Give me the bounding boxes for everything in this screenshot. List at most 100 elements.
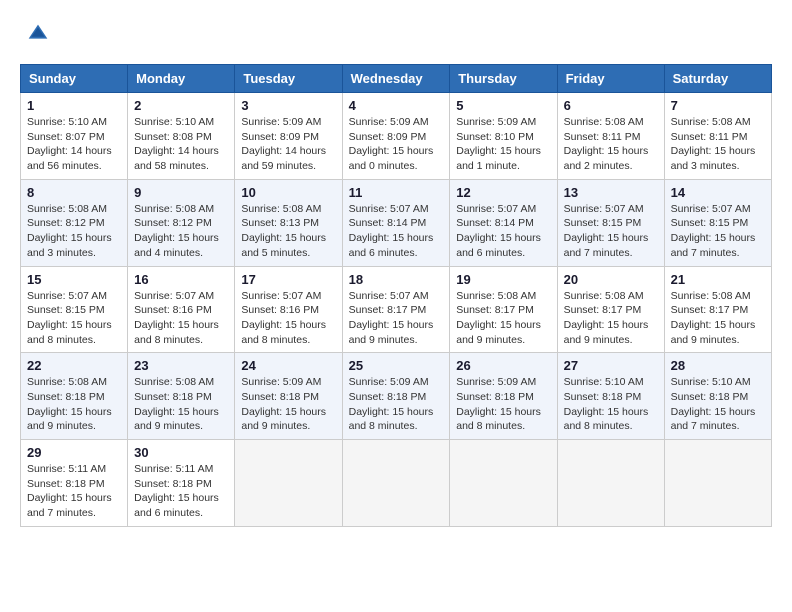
daylight-text: Daylight: 15 hours and 2 minutes. <box>564 145 649 172</box>
day-number: 29 <box>27 445 121 460</box>
sunrise-text: Sunrise: 5:10 AM <box>27 116 107 128</box>
calendar-cell: 10 Sunrise: 5:08 AM Sunset: 8:13 PM Dayl… <box>235 179 342 266</box>
sunset-text: Sunset: 8:16 PM <box>134 304 212 316</box>
sunrise-text: Sunrise: 5:09 AM <box>456 116 536 128</box>
day-number: 1 <box>27 98 121 113</box>
daylight-text: Daylight: 15 hours and 3 minutes. <box>671 145 756 172</box>
cell-content: Sunrise: 5:08 AM Sunset: 8:18 PM Dayligh… <box>27 375 121 434</box>
calendar-cell: 4 Sunrise: 5:09 AM Sunset: 8:09 PM Dayli… <box>342 93 450 180</box>
calendar-day-header: Monday <box>128 65 235 93</box>
daylight-text: Daylight: 15 hours and 7 minutes. <box>671 232 756 259</box>
cell-content: Sunrise: 5:11 AM Sunset: 8:18 PM Dayligh… <box>27 462 121 521</box>
calendar-week-row: 15 Sunrise: 5:07 AM Sunset: 8:15 PM Dayl… <box>21 266 772 353</box>
calendar-header-row: SundayMondayTuesdayWednesdayThursdayFrid… <box>21 65 772 93</box>
day-number: 10 <box>241 185 335 200</box>
day-number: 23 <box>134 358 228 373</box>
cell-content: Sunrise: 5:07 AM Sunset: 8:17 PM Dayligh… <box>349 289 444 348</box>
sunrise-text: Sunrise: 5:11 AM <box>134 463 213 475</box>
daylight-text: Daylight: 15 hours and 7 minutes. <box>671 406 756 433</box>
sunrise-text: Sunrise: 5:08 AM <box>564 116 644 128</box>
cell-content: Sunrise: 5:09 AM Sunset: 8:09 PM Dayligh… <box>241 115 335 174</box>
cell-content: Sunrise: 5:08 AM Sunset: 8:11 PM Dayligh… <box>671 115 765 174</box>
day-number: 4 <box>349 98 444 113</box>
sunrise-text: Sunrise: 5:08 AM <box>671 290 751 302</box>
sunrise-text: Sunrise: 5:07 AM <box>134 290 214 302</box>
day-number: 28 <box>671 358 765 373</box>
calendar-week-row: 8 Sunrise: 5:08 AM Sunset: 8:12 PM Dayli… <box>21 179 772 266</box>
daylight-text: Daylight: 15 hours and 1 minute. <box>456 145 541 172</box>
daylight-text: Daylight: 15 hours and 9 minutes. <box>241 406 326 433</box>
cell-content: Sunrise: 5:09 AM Sunset: 8:18 PM Dayligh… <box>241 375 335 434</box>
cell-content: Sunrise: 5:10 AM Sunset: 8:18 PM Dayligh… <box>671 375 765 434</box>
calendar-cell: 14 Sunrise: 5:07 AM Sunset: 8:15 PM Dayl… <box>664 179 771 266</box>
calendar-cell: 7 Sunrise: 5:08 AM Sunset: 8:11 PM Dayli… <box>664 93 771 180</box>
calendar-day-header: Thursday <box>450 65 557 93</box>
daylight-text: Daylight: 15 hours and 5 minutes. <box>241 232 326 259</box>
calendar-cell <box>235 440 342 527</box>
calendar-table: SundayMondayTuesdayWednesdayThursdayFrid… <box>20 64 772 527</box>
day-number: 21 <box>671 272 765 287</box>
sunrise-text: Sunrise: 5:09 AM <box>349 116 429 128</box>
cell-content: Sunrise: 5:07 AM Sunset: 8:15 PM Dayligh… <box>671 202 765 261</box>
sunrise-text: Sunrise: 5:08 AM <box>456 290 536 302</box>
cell-content: Sunrise: 5:07 AM Sunset: 8:16 PM Dayligh… <box>241 289 335 348</box>
cell-content: Sunrise: 5:10 AM Sunset: 8:08 PM Dayligh… <box>134 115 228 174</box>
calendar-cell: 29 Sunrise: 5:11 AM Sunset: 8:18 PM Dayl… <box>21 440 128 527</box>
sunrise-text: Sunrise: 5:09 AM <box>456 376 536 388</box>
sunset-text: Sunset: 8:18 PM <box>27 478 105 490</box>
calendar-day-header: Saturday <box>664 65 771 93</box>
day-number: 24 <box>241 358 335 373</box>
day-number: 9 <box>134 185 228 200</box>
calendar-cell: 13 Sunrise: 5:07 AM Sunset: 8:15 PM Dayl… <box>557 179 664 266</box>
calendar-cell <box>664 440 771 527</box>
daylight-text: Daylight: 15 hours and 9 minutes. <box>27 406 112 433</box>
sunrise-text: Sunrise: 5:07 AM <box>241 290 321 302</box>
cell-content: Sunrise: 5:08 AM Sunset: 8:13 PM Dayligh… <box>241 202 335 261</box>
calendar-cell: 30 Sunrise: 5:11 AM Sunset: 8:18 PM Dayl… <box>128 440 235 527</box>
calendar-cell: 2 Sunrise: 5:10 AM Sunset: 8:08 PM Dayli… <box>128 93 235 180</box>
sunrise-text: Sunrise: 5:10 AM <box>564 376 644 388</box>
calendar-cell: 9 Sunrise: 5:08 AM Sunset: 8:12 PM Dayli… <box>128 179 235 266</box>
sunset-text: Sunset: 8:15 PM <box>671 217 749 229</box>
cell-content: Sunrise: 5:09 AM Sunset: 8:09 PM Dayligh… <box>349 115 444 174</box>
day-number: 15 <box>27 272 121 287</box>
daylight-text: Daylight: 15 hours and 7 minutes. <box>27 492 112 519</box>
sunrise-text: Sunrise: 5:08 AM <box>564 290 644 302</box>
calendar-week-row: 1 Sunrise: 5:10 AM Sunset: 8:07 PM Dayli… <box>21 93 772 180</box>
daylight-text: Daylight: 15 hours and 8 minutes. <box>456 406 541 433</box>
sunset-text: Sunset: 8:17 PM <box>564 304 642 316</box>
sunset-text: Sunset: 8:17 PM <box>456 304 534 316</box>
sunset-text: Sunset: 8:18 PM <box>27 391 105 403</box>
calendar-cell: 27 Sunrise: 5:10 AM Sunset: 8:18 PM Dayl… <box>557 353 664 440</box>
day-number: 12 <box>456 185 550 200</box>
sunrise-text: Sunrise: 5:08 AM <box>27 203 107 215</box>
sunset-text: Sunset: 8:14 PM <box>349 217 427 229</box>
sunrise-text: Sunrise: 5:09 AM <box>241 116 321 128</box>
calendar-cell: 8 Sunrise: 5:08 AM Sunset: 8:12 PM Dayli… <box>21 179 128 266</box>
daylight-text: Daylight: 15 hours and 9 minutes. <box>671 319 756 346</box>
sunset-text: Sunset: 8:18 PM <box>456 391 534 403</box>
sunset-text: Sunset: 8:17 PM <box>671 304 749 316</box>
sunset-text: Sunset: 8:18 PM <box>349 391 427 403</box>
cell-content: Sunrise: 5:08 AM Sunset: 8:11 PM Dayligh… <box>564 115 658 174</box>
cell-content: Sunrise: 5:11 AM Sunset: 8:18 PM Dayligh… <box>134 462 228 521</box>
sunset-text: Sunset: 8:18 PM <box>134 391 212 403</box>
sunrise-text: Sunrise: 5:07 AM <box>564 203 644 215</box>
day-number: 22 <box>27 358 121 373</box>
sunrise-text: Sunrise: 5:11 AM <box>27 463 106 475</box>
calendar-cell: 21 Sunrise: 5:08 AM Sunset: 8:17 PM Dayl… <box>664 266 771 353</box>
day-number: 14 <box>671 185 765 200</box>
daylight-text: Daylight: 15 hours and 8 minutes. <box>349 406 434 433</box>
day-number: 2 <box>134 98 228 113</box>
sunrise-text: Sunrise: 5:08 AM <box>134 376 214 388</box>
sunset-text: Sunset: 8:09 PM <box>241 131 319 143</box>
sunset-text: Sunset: 8:12 PM <box>27 217 105 229</box>
sunrise-text: Sunrise: 5:10 AM <box>671 376 751 388</box>
daylight-text: Daylight: 15 hours and 9 minutes. <box>564 319 649 346</box>
day-number: 30 <box>134 445 228 460</box>
sunrise-text: Sunrise: 5:08 AM <box>134 203 214 215</box>
calendar-cell: 25 Sunrise: 5:09 AM Sunset: 8:18 PM Dayl… <box>342 353 450 440</box>
daylight-text: Daylight: 15 hours and 6 minutes. <box>134 492 219 519</box>
sunset-text: Sunset: 8:15 PM <box>27 304 105 316</box>
page-header <box>20 20 772 48</box>
